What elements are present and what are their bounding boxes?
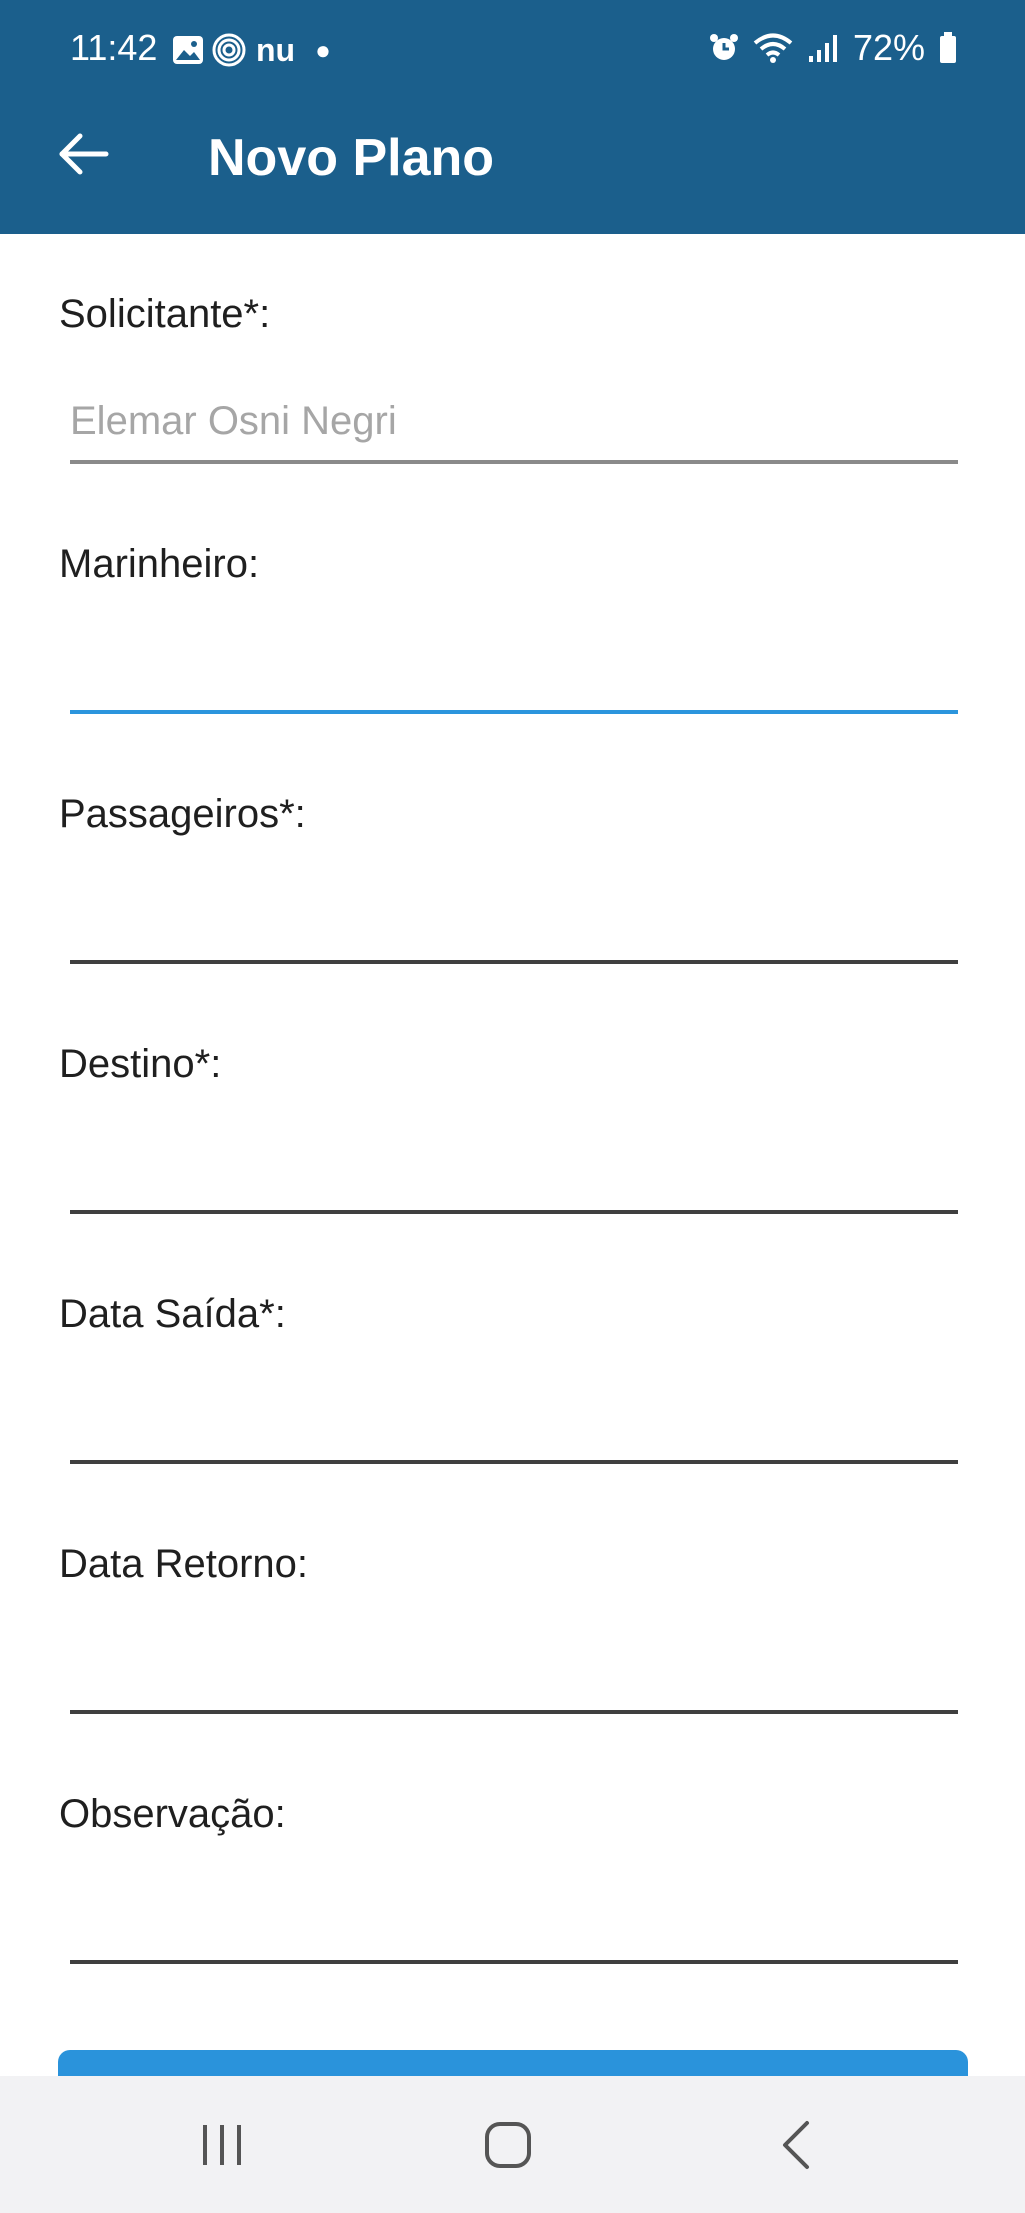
solicitante-label: Solicitante*: [59, 292, 271, 336]
passageiros-field: Passageiros*: [0, 734, 1025, 984]
header: 11:42 nu ● 72% Novo Plano [0, 0, 1025, 234]
back-chevron-icon [779, 2120, 813, 2175]
marinheiro-field: Marinheiro: [0, 484, 1025, 734]
app-bar: Novo Plano [0, 100, 1025, 234]
data-saida-label: Data Saída*: [59, 1292, 286, 1336]
status-time: 11:42 [70, 27, 158, 68]
data-saida-input[interactable] [70, 1354, 958, 1464]
carrier-text: nu [256, 32, 296, 68]
data-retorno-label: Data Retorno: [59, 1542, 309, 1586]
home-button[interactable] [448, 2112, 568, 2182]
signal-icon [807, 32, 839, 64]
back-button[interactable] [44, 120, 124, 192]
destino-input[interactable] [70, 1104, 958, 1214]
observacao-label: Observação: [59, 1792, 286, 1836]
passageiros-label: Passageiros*: [59, 792, 306, 836]
screen: 11:42 nu ● 72% Novo Plano Solicitante*: … [0, 0, 1025, 2213]
data-retorno-input[interactable] [70, 1604, 958, 1714]
destino-field: Destino*: [0, 984, 1025, 1234]
destino-label: Destino*: [59, 1042, 222, 1086]
observacao-input[interactable] [70, 1854, 958, 1964]
system-back-button[interactable] [736, 2112, 856, 2182]
passageiros-input[interactable] [70, 854, 958, 964]
status-icons-right: 72% [709, 26, 957, 70]
marinheiro-label: Marinheiro: [59, 542, 260, 586]
battery-percent: 72% [852, 27, 925, 68]
wifi-icon [753, 32, 793, 64]
recent-apps-button[interactable] [162, 2112, 282, 2182]
alarm-icon [709, 33, 739, 63]
solicitante-input [70, 354, 958, 464]
observacao-field: Observação: [0, 1734, 1025, 1984]
notification-dot-icon: ● [315, 34, 331, 65]
marinheiro-input[interactable] [70, 604, 958, 714]
data-retorno-field: Data Retorno: [0, 1484, 1025, 1734]
gallery-icon [172, 35, 204, 65]
data-saida-field: Data Saída*: [0, 1234, 1025, 1484]
status-icons-left: nu ● [172, 30, 331, 70]
fingerprint-icon [212, 33, 246, 67]
solicitante-field: Solicitante*: [0, 234, 1025, 484]
battery-icon [939, 32, 957, 64]
home-icon [483, 2120, 533, 2175]
arrow-left-icon [58, 132, 110, 181]
recent-apps-icon [197, 2122, 247, 2173]
page-title: Novo Plano [208, 129, 495, 187]
navigation-bar [0, 2076, 1025, 2213]
